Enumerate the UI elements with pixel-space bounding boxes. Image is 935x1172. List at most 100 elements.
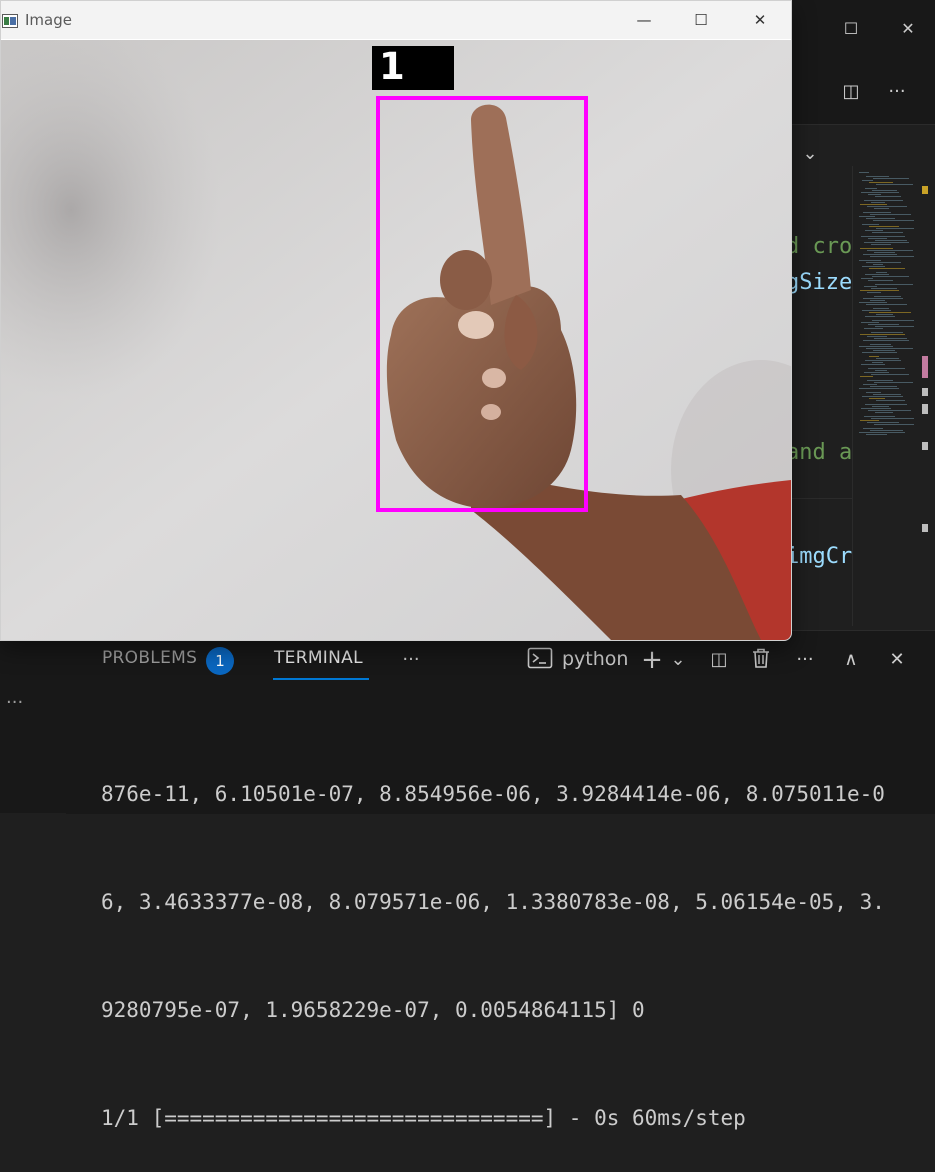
minimap-line [869, 356, 879, 357]
minimap-line [866, 218, 895, 219]
minimap-line [864, 286, 877, 287]
minimap-line [868, 238, 887, 239]
detection-bounding-box [376, 96, 588, 512]
camera-frame: 1 [1, 40, 791, 640]
accounts-more-button[interactable]: ··· [6, 692, 23, 713]
scroll-marker [922, 356, 928, 378]
minimap-line [867, 380, 893, 381]
panel-tabs-more-button[interactable]: ··· [398, 647, 424, 673]
minimap-line [863, 212, 891, 213]
scroll-marker [922, 524, 928, 532]
panel-more-button[interactable]: ··· [792, 647, 818, 673]
minimap-line [869, 268, 905, 269]
minimap-line [860, 376, 873, 377]
scroll-marker [922, 442, 928, 450]
minimap-line [874, 208, 889, 209]
split-terminal-button[interactable]: ◫ [706, 647, 732, 673]
terminal-icon [526, 647, 554, 673]
minimap-line [874, 252, 895, 253]
editor-divider [790, 498, 852, 499]
minimize-button[interactable]: — [621, 5, 667, 35]
app-icon [2, 13, 18, 28]
minimap-line [860, 204, 887, 205]
minimap-line [861, 364, 885, 365]
image-window[interactable]: Image — ☐ ✕ 1 [0, 0, 792, 641]
minimap-line [865, 188, 877, 189]
new-terminal-button[interactable]: + [638, 647, 666, 673]
close-panel-button[interactable]: ✕ [884, 647, 910, 673]
minimap-line [866, 434, 887, 435]
minimap-line [875, 240, 907, 241]
minimap-line [869, 182, 893, 183]
minimap-line [864, 200, 903, 201]
prediction-label: 1 [379, 45, 405, 88]
minimap-line [859, 346, 893, 347]
image-window-titlebar[interactable]: Image — ☐ ✕ [1, 1, 791, 39]
minimap-line [861, 322, 879, 323]
minimap-line [866, 176, 889, 177]
terminal-line: 6, 3.4633377e-08, 8.079571e-06, 1.338078… [101, 890, 885, 914]
minimap-line [874, 338, 907, 339]
minimap-line [875, 284, 913, 285]
minimap-line [875, 326, 919, 327]
minimap-line [862, 224, 879, 225]
minimap-line [868, 368, 905, 369]
minimap-line [868, 324, 899, 325]
minimap-line [867, 206, 907, 207]
minimap-line [866, 348, 913, 349]
minimap-line [871, 332, 903, 333]
chevron-down-icon[interactable]: ⌄ [797, 141, 823, 167]
close-button[interactable]: ✕ [737, 5, 783, 35]
minimap-line [861, 408, 891, 409]
minimap-line [870, 256, 917, 257]
minimap-line [861, 192, 899, 193]
minimap-line [861, 236, 905, 237]
minimap-line [872, 276, 909, 277]
minimap-line [866, 262, 901, 263]
tab-problems[interactable]: PROBLEMS [102, 648, 197, 668]
minimap-line [862, 396, 903, 397]
minimap-line [859, 432, 905, 433]
minimap-line [867, 292, 881, 293]
maximize-button[interactable]: ☐ [678, 5, 724, 35]
kill-terminal-button[interactable] [748, 647, 774, 673]
maximize-panel-button[interactable]: ∧ [838, 647, 864, 673]
vscode-close-button[interactable]: ✕ [893, 14, 923, 44]
minimap-line [871, 288, 897, 289]
terminal-name[interactable]: python [562, 648, 628, 670]
minimap[interactable] [852, 166, 919, 626]
problems-count-badge: 1 [206, 647, 234, 675]
minimap-line [872, 190, 897, 191]
code-fragment: imgCr [786, 544, 853, 569]
vscode-maximize-button[interactable]: ☐ [836, 14, 866, 44]
minimap-line [860, 290, 899, 291]
minimap-line [862, 180, 873, 181]
editor-scrollbar[interactable] [914, 166, 935, 626]
split-editor-button[interactable]: ◫ [838, 79, 864, 105]
minimap-line [865, 274, 889, 275]
scroll-marker [922, 404, 928, 414]
terminal-output[interactable]: 876e-11, 6.10501e-07, 8.854956e-06, 3.92… [101, 704, 921, 1172]
minimap-line [876, 272, 887, 273]
minimap-line [871, 418, 915, 419]
minimap-line [876, 400, 905, 401]
minimap-line [863, 298, 903, 299]
minimap-line [876, 358, 899, 359]
chevron-down-icon[interactable]: ⌄ [668, 647, 688, 673]
minimap-line [864, 328, 883, 329]
minimap-line [862, 266, 885, 267]
minimap-line [869, 312, 911, 313]
minimap-line [870, 344, 891, 345]
minimap-line [866, 392, 881, 393]
minimap-line [867, 250, 913, 251]
minimap-line [860, 248, 893, 249]
minimap-line [865, 316, 895, 317]
minimap-line [873, 178, 909, 179]
minimap-line [862, 352, 897, 353]
minimap-line [872, 406, 889, 407]
tab-terminal[interactable]: TERMINAL [274, 648, 363, 668]
minimap-line [873, 220, 915, 221]
editor-more-actions-button[interactable]: ··· [884, 79, 910, 105]
minimap-line [871, 244, 891, 245]
minimap-line [863, 428, 883, 429]
